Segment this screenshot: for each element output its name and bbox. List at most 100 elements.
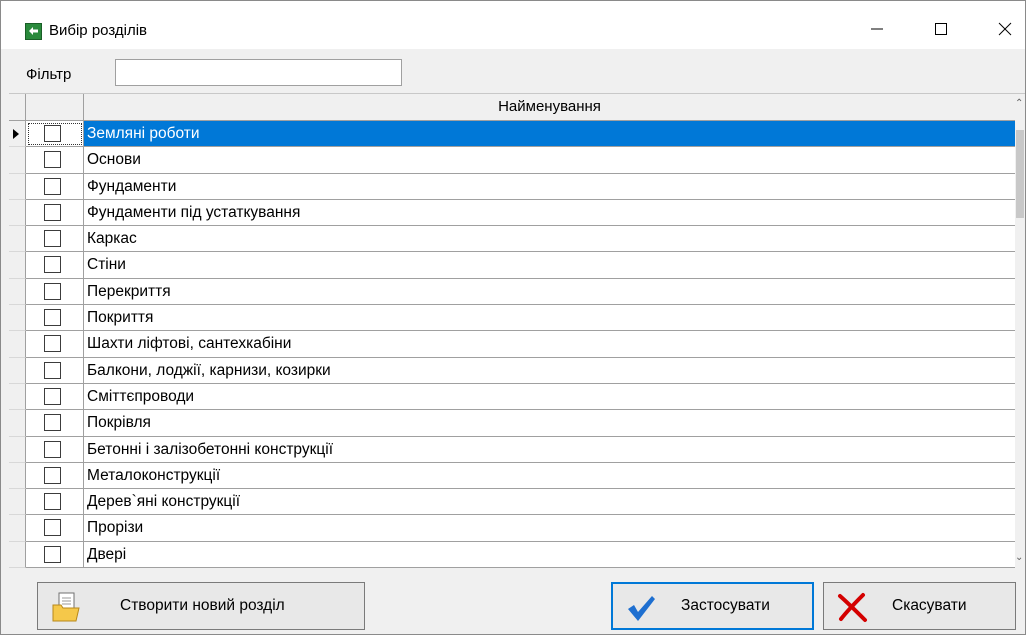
scroll-up-icon[interactable]: ⌃ (1015, 98, 1023, 109)
table-row[interactable]: Покрівля (9, 410, 1015, 437)
vertical-scrollbar[interactable]: ⌃ ⌄ (1015, 94, 1025, 569)
row-check-cell[interactable] (26, 489, 84, 516)
row-checkbox[interactable] (44, 230, 61, 248)
row-name[interactable]: Каркас (84, 226, 1015, 253)
header-check-cell[interactable] (26, 94, 84, 120)
row-name[interactable]: Балкони, лоджії, карнизи, козирки (84, 358, 1015, 384)
row-indicator[interactable] (9, 252, 26, 279)
column-header-name[interactable]: Найменування (84, 94, 1015, 120)
row-name[interactable]: Земляні роботи (84, 121, 1015, 148)
row-check-cell[interactable] (26, 410, 84, 437)
row-indicator[interactable] (9, 147, 26, 174)
table-row[interactable]: Металоконструкції (9, 462, 1015, 490)
row-check-cell[interactable] (26, 226, 84, 253)
row-check-cell[interactable] (26, 383, 84, 411)
scrollbar-thumb[interactable] (1016, 130, 1024, 218)
cancel-button[interactable]: Скасувати (823, 582, 1016, 630)
row-checkbox[interactable] (44, 545, 61, 563)
row-checkbox[interactable] (44, 493, 61, 511)
row-indicator[interactable] (9, 173, 26, 200)
row-indicator[interactable] (9, 489, 26, 516)
row-indicator[interactable] (9, 305, 26, 332)
table-row[interactable]: Фундаменти під устаткування (9, 199, 1015, 227)
row-indicator[interactable] (9, 383, 26, 411)
table-row[interactable]: Основи (9, 147, 1015, 174)
row-indicator[interactable] (9, 462, 26, 490)
row-check-cell[interactable] (26, 515, 84, 542)
table-row[interactable]: Балкони, лоджії, карнизи, козирки (9, 357, 1015, 384)
row-checkbox[interactable] (44, 335, 61, 353)
row-indicator[interactable] (9, 278, 26, 306)
row-indicator[interactable] (9, 357, 26, 384)
row-name[interactable]: Двері (84, 542, 1015, 569)
row-indicator[interactable] (9, 331, 26, 358)
row-checkbox[interactable] (44, 125, 61, 142)
table-row[interactable]: Каркас (9, 226, 1015, 253)
row-checkbox[interactable] (44, 177, 61, 195)
row-check-cell[interactable] (26, 357, 84, 384)
row-name[interactable]: Основи (84, 147, 1015, 174)
row-check-cell[interactable] (26, 121, 84, 148)
row-name[interactable]: Шахти ліфтові, сантехкабіни (84, 331, 1015, 358)
table-row[interactable]: Дерев`яні конструкції (9, 489, 1015, 516)
row-name[interactable]: Фундаменти під устаткування (84, 200, 1015, 227)
row-check-cell[interactable] (26, 462, 84, 490)
row-checkbox[interactable] (44, 519, 61, 537)
create-section-button[interactable]: Створити новий розділ (37, 582, 365, 630)
row-check-cell[interactable] (26, 331, 84, 358)
row-checkbox[interactable] (44, 282, 61, 300)
close-button[interactable] (985, 15, 1025, 43)
row-checkbox[interactable] (44, 309, 61, 327)
row-check-cell[interactable] (26, 173, 84, 200)
row-check-cell[interactable] (26, 199, 84, 227)
row-checkbox[interactable] (44, 466, 61, 484)
table-row[interactable]: Шахти ліфтові, сантехкабіни (9, 331, 1015, 358)
row-indicator[interactable] (9, 515, 26, 542)
row-indicator[interactable] (9, 410, 26, 437)
minimize-button[interactable] (857, 15, 897, 43)
row-name[interactable]: Покриття (84, 305, 1015, 332)
table-row[interactable]: Сміттєпроводи (9, 383, 1015, 411)
row-indicator[interactable] (9, 199, 26, 227)
table-row[interactable]: Земляні роботи (9, 121, 1015, 148)
sections-grid[interactable]: Найменування Земляні роботи Основи Фундаме… (9, 93, 1025, 569)
table-row[interactable]: Фундаменти (9, 173, 1015, 200)
row-name[interactable]: Прорізи (84, 515, 1015, 542)
row-check-cell[interactable] (26, 252, 84, 279)
row-indicator[interactable] (9, 226, 26, 253)
table-row[interactable]: Покриття (9, 305, 1015, 332)
row-checkbox[interactable] (44, 414, 61, 432)
row-name[interactable]: Сміттєпроводи (84, 384, 1015, 411)
row-name[interactable]: Покрівля (84, 410, 1015, 437)
row-checkbox[interactable] (44, 361, 61, 379)
filter-input[interactable] (115, 59, 402, 86)
maximize-button[interactable] (921, 15, 961, 43)
row-check-cell[interactable] (26, 278, 84, 306)
row-check-cell[interactable] (26, 147, 84, 174)
row-indicator[interactable] (9, 541, 26, 569)
scroll-down-icon[interactable]: ⌄ (1015, 552, 1023, 563)
row-checkbox[interactable] (44, 203, 61, 221)
row-checkbox[interactable] (44, 151, 61, 169)
row-check-cell[interactable] (26, 305, 84, 332)
table-row[interactable]: Бетонні і залізобетонні конструкції (9, 436, 1015, 463)
row-name[interactable]: Металоконструкції (84, 463, 1015, 490)
row-name[interactable]: Стіни (84, 252, 1015, 279)
row-checkbox[interactable] (44, 440, 61, 458)
title-bar[interactable]: Вибір розділів (1, 1, 1025, 49)
row-indicator[interactable] (9, 121, 26, 148)
row-name[interactable]: Перекриття (84, 279, 1015, 306)
row-check-cell[interactable] (26, 541, 84, 569)
row-name[interactable]: Бетонні і залізобетонні конструкції (84, 437, 1015, 463)
table-row[interactable]: Перекриття (9, 278, 1015, 306)
row-check-cell[interactable] (26, 436, 84, 463)
row-indicator[interactable] (9, 436, 26, 463)
apply-button[interactable]: Застосувати (611, 582, 814, 630)
row-checkbox[interactable] (44, 256, 61, 274)
row-checkbox[interactable] (44, 387, 61, 405)
table-row[interactable]: Стіни (9, 252, 1015, 279)
row-name[interactable]: Дерев`яні конструкції (84, 489, 1015, 516)
table-row[interactable]: Двері (9, 541, 1015, 569)
row-name[interactable]: Фундаменти (84, 174, 1015, 200)
table-row[interactable]: Прорізи (9, 515, 1015, 542)
